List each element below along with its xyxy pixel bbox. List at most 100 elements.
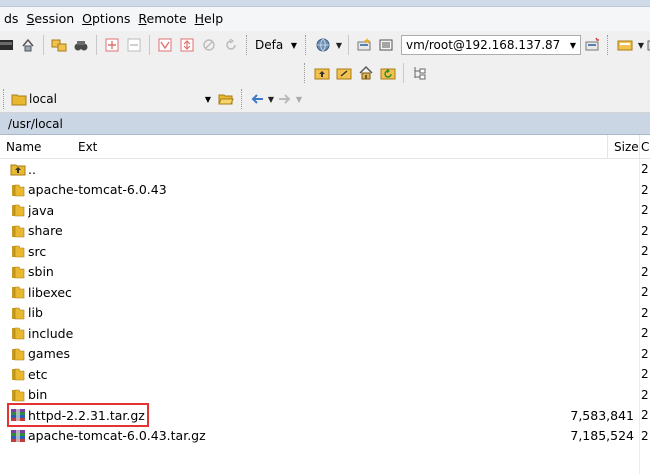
home-directory-icon[interactable]: [356, 63, 376, 83]
refresh-directory-icon[interactable]: [378, 63, 398, 83]
toolbar-grip[interactable]: [305, 35, 309, 55]
toolbar-separator: [403, 62, 404, 83]
folder-combo[interactable]: local ▼: [27, 89, 215, 109]
current-path: /usr/local: [8, 116, 63, 131]
file-size: 7,583,841: [570, 407, 634, 423]
toolbar-grip[interactable]: [241, 89, 245, 109]
menu-options-rest: ptions: [92, 11, 131, 26]
file-row[interactable]: include 2: [0, 323, 650, 344]
chevron-down-icon: ▼: [204, 94, 212, 104]
toolbar-grip[interactable]: [304, 62, 308, 83]
toolbar-grip[interactable]: [246, 35, 250, 55]
folder-icon: [10, 305, 26, 321]
path-bar: /usr/local: [0, 113, 650, 135]
open-directory-icon[interactable]: [216, 89, 236, 109]
file-changed: 2: [641, 387, 649, 402]
chevron-down-icon[interactable]: ▼: [294, 95, 304, 104]
terminal-icon[interactable]: [0, 35, 16, 55]
file-row[interactable]: bin 2: [0, 385, 650, 406]
menu-session-rest: ession: [34, 11, 75, 26]
compare-directories-icon[interactable]: [49, 35, 69, 55]
filter-icon[interactable]: [155, 35, 175, 55]
file-name: apache-tomcat-6.0.43.tar.gz: [28, 428, 206, 444]
archive-icon: [10, 428, 26, 444]
chevron-down-icon[interactable]: ▼: [266, 95, 276, 104]
session-combo[interactable]: vm/root@192.168.137.87 ▼: [401, 35, 581, 55]
folder-icon: [10, 223, 26, 239]
file-row[interactable]: src 2: [0, 241, 650, 262]
file-name: ..: [28, 161, 36, 177]
sync-icon[interactable]: [18, 35, 38, 55]
file-changed: 2: [641, 264, 649, 279]
menu-remote[interactable]: Remote: [134, 9, 190, 29]
chevron-down-icon[interactable]: ▼: [334, 41, 344, 50]
column-header-ext[interactable]: Ext: [72, 134, 608, 159]
folder-icon: [10, 284, 26, 300]
file-changed: 2: [641, 367, 649, 382]
parent-folder-icon: [10, 161, 26, 177]
file-row[interactable]: etc 2: [0, 364, 650, 385]
file-name: games: [28, 346, 70, 362]
toolbar-separator: [43, 35, 44, 55]
preferences-icon[interactable]: [615, 35, 635, 55]
folder-icon: [10, 264, 26, 280]
clear-selection-icon[interactable]: [199, 35, 219, 55]
toolbar-separator: [348, 35, 349, 55]
select-files-icon[interactable]: [102, 35, 122, 55]
new-tab-icon[interactable]: [582, 35, 602, 55]
menu-help-rest: elp: [204, 11, 224, 26]
file-changed: 2: [641, 305, 649, 320]
column-header-changed[interactable]: C: [640, 135, 650, 159]
menu-help[interactable]: Help: [191, 9, 228, 29]
file-changed: 2: [641, 285, 649, 300]
file-changed: 2: [641, 244, 649, 259]
find-files-icon[interactable]: [71, 35, 91, 55]
menu-options[interactable]: Options: [78, 9, 134, 29]
transfer-settings-combo[interactable]: Defa ▼: [253, 35, 301, 55]
file-row[interactable]: games 2: [0, 344, 650, 365]
sessions-list-icon[interactable]: [376, 35, 396, 55]
file-row[interactable]: apache-tomcat-6.0.43 2: [0, 180, 650, 201]
root-directory-icon[interactable]: [334, 63, 354, 83]
menu-help-mnemonic: H: [194, 11, 205, 26]
folder-icon: [10, 346, 26, 362]
column-header-size[interactable]: Size: [608, 134, 640, 159]
invert-selection-icon[interactable]: [177, 35, 197, 55]
back-arrow-icon[interactable]: [249, 89, 265, 109]
column-header-name[interactable]: Name: [0, 135, 72, 159]
refresh-icon[interactable]: [221, 35, 241, 55]
parent-directory-icon[interactable]: [312, 63, 332, 83]
menu-options-mnemonic: O: [82, 11, 92, 26]
new-session-icon[interactable]: [354, 35, 374, 55]
annotation-highlight-box: [7, 403, 149, 427]
file-name: include: [28, 325, 74, 341]
menu-remote-mnemonic: R: [138, 11, 147, 26]
file-row[interactable]: sbin 2: [0, 262, 650, 283]
unselect-files-icon[interactable]: [124, 35, 144, 55]
file-name: etc: [28, 366, 48, 382]
file-row[interactable]: .. 2: [0, 159, 650, 180]
file-row[interactable]: share 2: [0, 221, 650, 242]
tree-view-icon[interactable]: [409, 63, 429, 83]
toolbar-grip[interactable]: [3, 89, 7, 109]
file-row[interactable]: lib 2: [0, 303, 650, 324]
file-changed: 2: [641, 346, 649, 361]
chevron-down-icon[interactable]: ▼: [636, 41, 646, 50]
toolbar-navigation: local ▼ ▼ ▼: [0, 86, 650, 113]
toolbar-grip[interactable]: [607, 35, 611, 55]
file-row[interactable]: libexec 2: [0, 282, 650, 303]
file-name: src: [28, 243, 47, 259]
forward-arrow-icon[interactable]: [277, 89, 293, 109]
chevron-down-icon: ▼: [569, 40, 577, 50]
file-changed: 2: [641, 162, 649, 177]
file-size: 7,185,524: [570, 428, 634, 444]
file-row[interactable]: java 2: [0, 200, 650, 221]
file-name: libexec: [28, 284, 72, 300]
folder-icon: [10, 325, 26, 341]
menu-session[interactable]: Session: [22, 9, 78, 29]
menu-commands[interactable]: ds: [0, 9, 22, 29]
session-globe-icon[interactable]: [313, 35, 333, 55]
folder-combo-value: local: [29, 92, 57, 106]
file-row[interactable]: apache-tomcat-6.0.43.tar.gz 7,185,524 2: [0, 426, 650, 447]
file-name: lib: [28, 305, 43, 321]
